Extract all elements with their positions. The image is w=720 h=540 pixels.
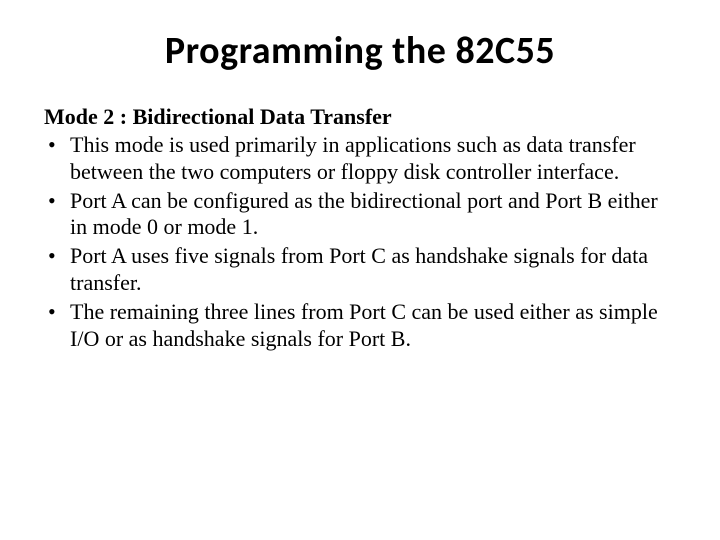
list-item: The remaining three lines from Port C ca… <box>44 299 676 353</box>
list-item: This mode is used primarily in applicati… <box>44 132 676 186</box>
bullet-list: This mode is used primarily in applicati… <box>44 132 676 353</box>
mode-subheading: Mode 2 : Bidirectional Data Transfer <box>44 104 676 130</box>
slide-title: Programming the 82C55 <box>44 28 676 74</box>
slide: Programming the 82C55 Mode 2 : Bidirecti… <box>0 0 720 540</box>
list-item: Port A uses five signals from Port C as … <box>44 243 676 297</box>
list-item: Port A can be configured as the bidirect… <box>44 188 676 242</box>
